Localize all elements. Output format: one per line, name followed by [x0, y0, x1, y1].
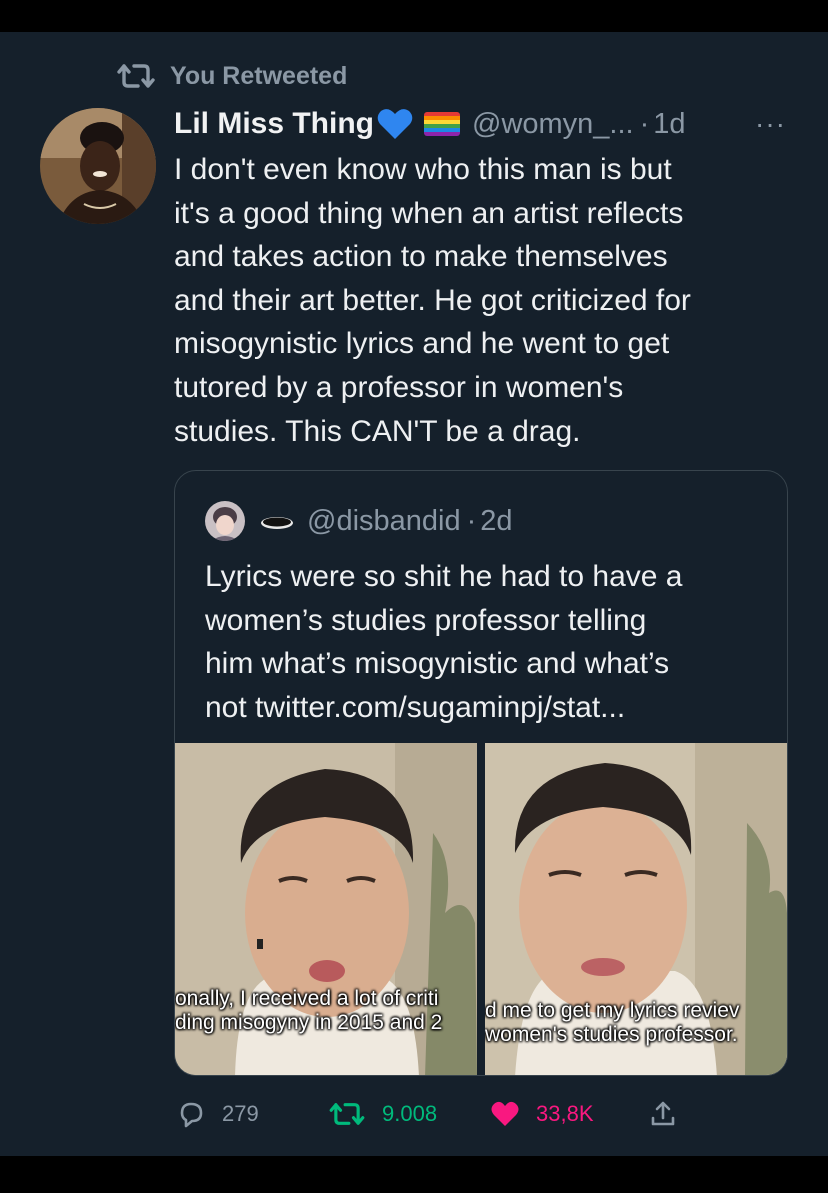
- retweet-context: You Retweeted: [116, 60, 347, 92]
- tweet-header: Lil Miss Thing @womyn_... · 1d ···: [174, 102, 788, 146]
- quoted-tweet[interactable]: @disbandid · 2d Lyrics were so shit he h…: [174, 470, 788, 1076]
- rainbow-flag-emoji: [424, 112, 460, 136]
- tweet-card[interactable]: You Retweeted Lil Miss Thing @womyn_... …: [0, 32, 828, 1156]
- retweet-count: 9.008: [382, 1101, 438, 1126]
- quoted-separator-dot: ·: [466, 504, 477, 537]
- quoted-text: Lyrics were so shit he had to have a wom…: [205, 560, 683, 724]
- retweet-icon: [329, 1103, 365, 1125]
- media-caption-2: d me to get my lyrics reviev women's stu…: [485, 999, 740, 1046]
- more-options-icon[interactable]: ···: [755, 108, 788, 140]
- retweet-label: You Retweeted: [170, 61, 348, 90]
- timestamp[interactable]: 1d: [653, 108, 685, 141]
- quoted-handle[interactable]: @disbandid: [307, 505, 461, 538]
- blue-heart-emoji: [377, 109, 413, 139]
- heart-icon: [491, 1101, 519, 1126]
- separator-dot: ·: [639, 107, 650, 140]
- like-count: 33,8K: [536, 1101, 594, 1126]
- quoted-avatar[interactable]: [205, 501, 245, 541]
- quoted-header: @disbandid · 2d: [205, 501, 513, 541]
- media-image-2[interactable]: d me to get my lyrics reviev women's stu…: [485, 743, 787, 1075]
- quoted-timestamp[interactable]: 2d: [480, 505, 512, 538]
- media-caption-1: onally, I received a lot of criti ding m…: [175, 987, 443, 1034]
- retweet-button[interactable]: 9.008: [328, 1094, 437, 1134]
- tweet-actions: 279 9.008 33,8K: [176, 1094, 696, 1134]
- retweet-icon: [117, 64, 155, 88]
- share-button[interactable]: [648, 1094, 678, 1134]
- hole-emoji: [261, 517, 293, 529]
- share-icon: [651, 1101, 675, 1126]
- author-name[interactable]: Lil Miss Thing: [174, 107, 374, 141]
- avatar[interactable]: [40, 108, 156, 224]
- like-button[interactable]: 33,8K: [490, 1094, 594, 1134]
- reply-count: 279: [222, 1101, 259, 1126]
- author-handle[interactable]: @womyn_...: [472, 108, 634, 141]
- tweet-text: I don't even know who this man is but it…: [174, 153, 691, 448]
- reply-icon: [180, 1102, 203, 1128]
- reply-button[interactable]: 279: [176, 1094, 259, 1134]
- quoted-media: onally, I received a lot of criti ding m…: [175, 743, 787, 1075]
- media-image-1[interactable]: onally, I received a lot of criti ding m…: [175, 743, 477, 1075]
